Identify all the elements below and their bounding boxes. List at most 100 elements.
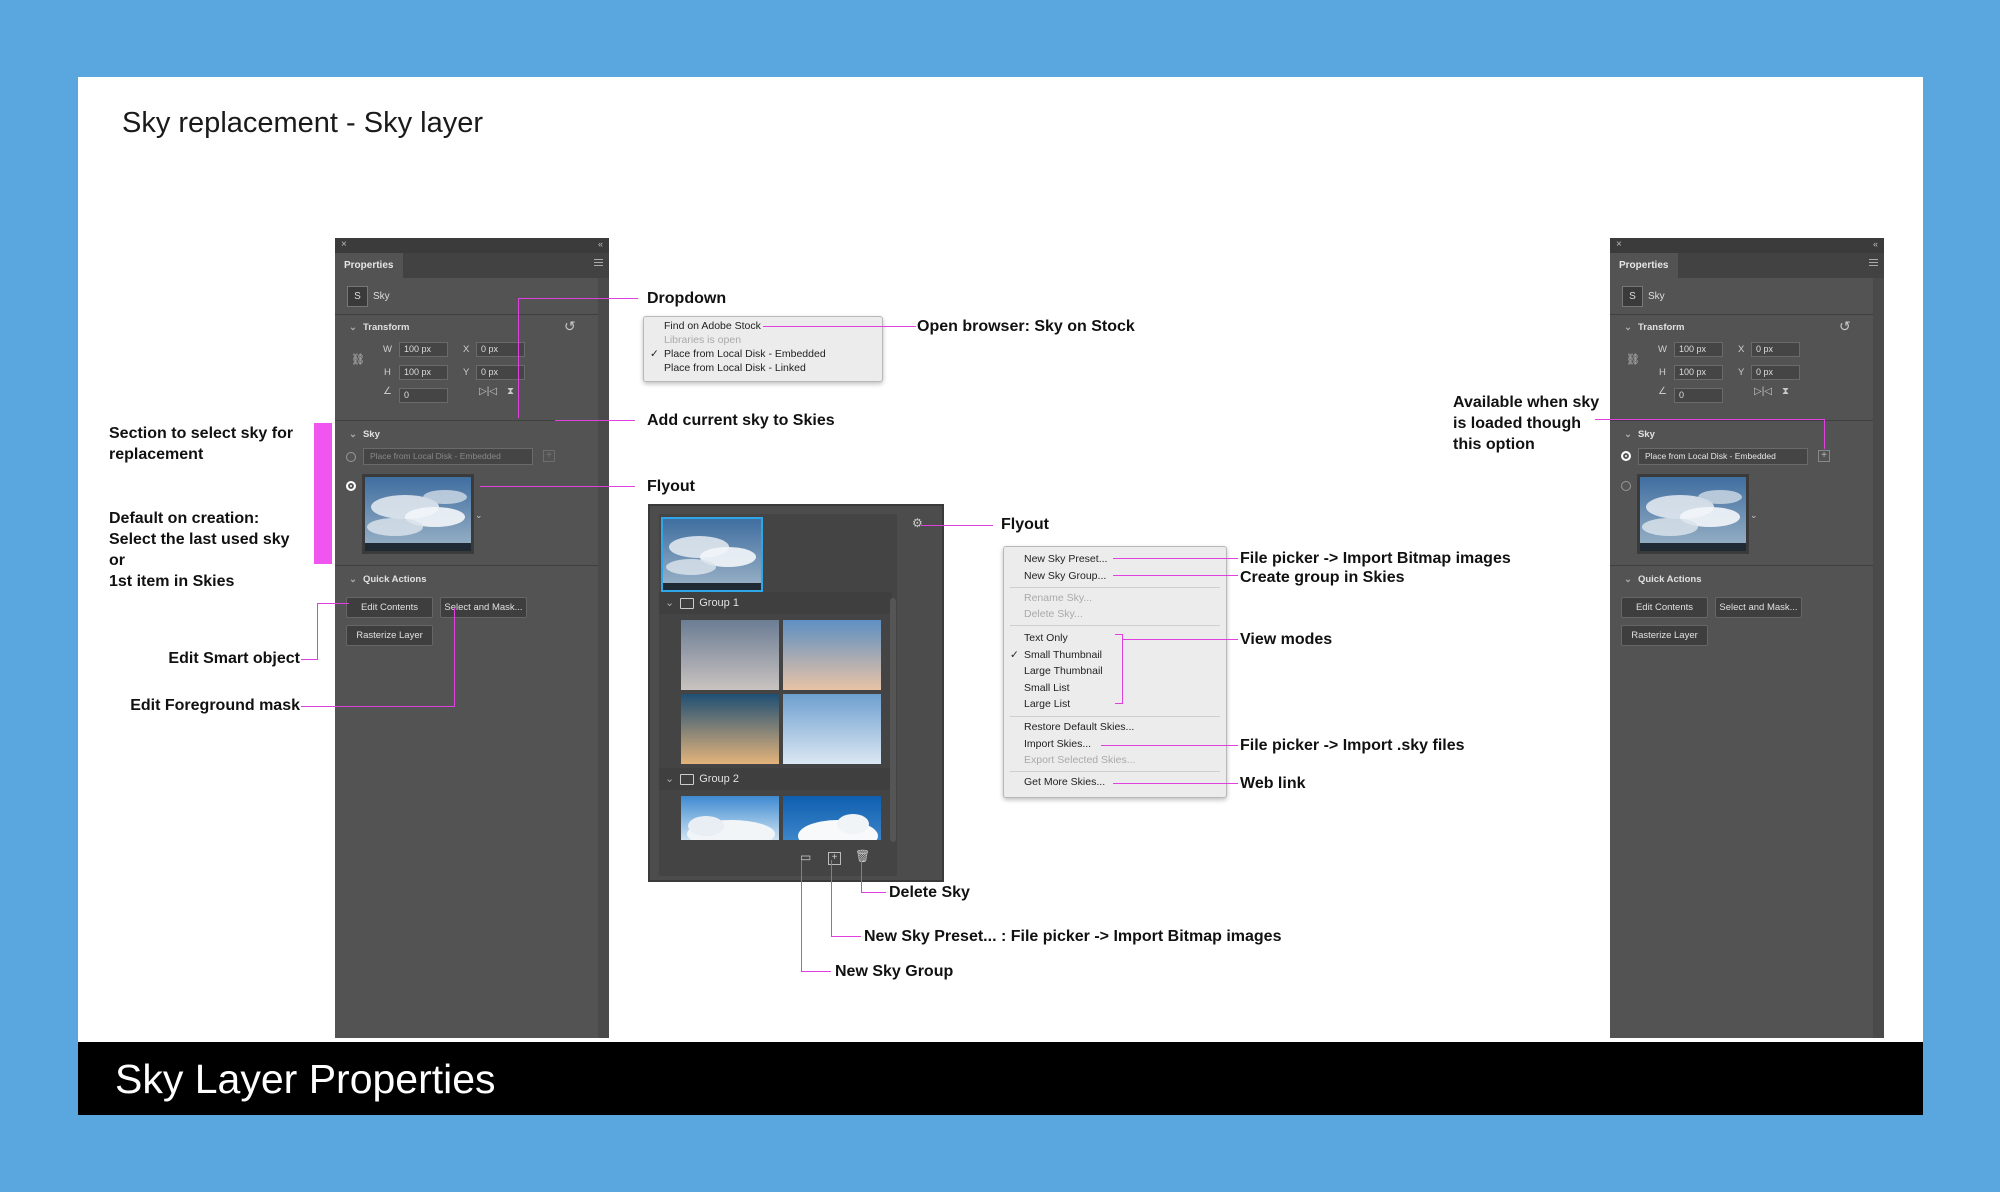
flip-vertical-icon[interactable]: ⧗: [1782, 386, 1789, 397]
annotation-create-group: Create group in Skies: [1240, 569, 1405, 586]
panel-menu-icon[interactable]: [594, 259, 603, 268]
trash-icon[interactable]: 🗑: [855, 849, 870, 863]
connector-line: [555, 420, 635, 421]
angle-field[interactable]: 0: [1674, 388, 1723, 403]
sky-preset[interactable]: [783, 620, 881, 690]
connector-line: [861, 892, 886, 893]
menu-separator: [1010, 625, 1220, 626]
close-icon[interactable]: ×: [341, 239, 347, 250]
height-field[interactable]: 100 px: [1674, 365, 1723, 380]
rasterize-layer-button[interactable]: Rasterize Layer: [1621, 625, 1708, 646]
connector-line: [317, 603, 349, 604]
tab-properties[interactable]: Properties: [335, 253, 403, 278]
menu-item-libraries-is-open: Libraries is open: [664, 334, 742, 346]
scrollbar[interactable]: [1873, 278, 1884, 1038]
link-icon[interactable]: ⛓: [351, 353, 365, 366]
flip-horizontal-icon[interactable]: ▷|◁: [479, 386, 497, 397]
layer-type-badge: S: [1622, 286, 1643, 307]
sky-source-radio[interactable]: [346, 452, 356, 462]
tab-properties[interactable]: Properties: [1610, 253, 1678, 278]
angle-icon: ∠: [1658, 386, 1667, 397]
menu-item-place-linked[interactable]: Place from Local Disk - Linked: [644, 362, 882, 375]
menu-item-restore-default-skies[interactable]: Restore Default Skies...: [1004, 721, 1226, 734]
annotation-dropdown: Dropdown: [647, 290, 727, 307]
height-field[interactable]: 100 px: [399, 365, 448, 380]
close-icon[interactable]: ×: [1616, 239, 1622, 250]
edit-contents-button[interactable]: Edit Contents: [346, 597, 433, 618]
menu-item-large-thumbnail[interactable]: Large Thumbnail: [1004, 665, 1226, 678]
y-field[interactable]: 0 px: [1751, 365, 1800, 380]
chevron-down-icon[interactable]: ⌄: [1750, 510, 1758, 521]
sky-preset[interactable]: [681, 796, 779, 840]
connector-line: [301, 659, 318, 660]
collapse-icon[interactable]: «: [598, 239, 603, 249]
select-and-mask-button[interactable]: Select and Mask...: [1715, 597, 1802, 618]
sky-group-1[interactable]: ⌄ Group 1: [659, 592, 892, 614]
section-sky[interactable]: ⌄ Sky: [1624, 429, 1655, 440]
sky-thumbnail-radio[interactable]: [346, 481, 356, 491]
width-field[interactable]: 100 px: [399, 342, 448, 357]
flip-vertical-icon[interactable]: ⧗: [507, 386, 514, 397]
add-sky-icon[interactable]: +: [543, 450, 555, 462]
annotation-file-picker-bitmap: File picker -> Import Bitmap images: [1240, 550, 1511, 567]
transform-label: Transform: [1637, 322, 1685, 333]
connector-line: [1113, 575, 1238, 576]
divider: [335, 565, 598, 566]
chevron-down-icon[interactable]: ⌄: [475, 510, 483, 521]
flip-horizontal-icon[interactable]: ▷|◁: [1754, 386, 1772, 397]
sky-preset-selected[interactable]: [661, 517, 763, 592]
menu-item-small-thumbnail[interactable]: ✓ Small Thumbnail: [1004, 649, 1226, 662]
chevron-down-icon: ⌄: [1624, 322, 1632, 333]
connector-line: [1115, 703, 1123, 704]
properties-panel-left: × « Properties S Sky ⌄ Transform ↺ ⛓ W 10…: [335, 238, 609, 1038]
add-sky-icon[interactable]: +: [1818, 450, 1830, 462]
sky-thumbnail-picker[interactable]: [1637, 474, 1749, 554]
menu-item-place-embedded[interactable]: ✓ Place from Local Disk - Embedded: [644, 348, 882, 361]
x-field[interactable]: 0 px: [1751, 342, 1800, 357]
angle-field[interactable]: 0: [399, 388, 448, 403]
flyout-scrollbar[interactable]: [890, 598, 896, 842]
menu-separator: [1010, 771, 1220, 772]
sky-preset[interactable]: [681, 694, 779, 764]
section-transform[interactable]: ⌄ Transform: [1624, 322, 1684, 333]
new-sky-preset-icon[interactable]: +: [828, 852, 841, 865]
collapse-icon[interactable]: «: [1873, 239, 1878, 249]
link-icon[interactable]: ⛓: [1626, 353, 1640, 366]
connector-line: [921, 525, 993, 526]
sky-source-dropdown[interactable]: Place from Local Disk - Embedded: [1638, 448, 1808, 465]
angle-icon: ∠: [383, 386, 392, 397]
section-quick-actions[interactable]: ⌄ Quick Actions: [349, 574, 427, 585]
connector-line: [480, 486, 635, 487]
sky-source-dropdown[interactable]: Place from Local Disk - Embedded: [363, 448, 533, 465]
sky-group-2[interactable]: ⌄ Group 2: [659, 768, 892, 790]
rasterize-layer-button[interactable]: Rasterize Layer: [346, 625, 433, 646]
sky-preset[interactable]: [783, 796, 881, 840]
gear-icon[interactable]: ⚙: [912, 516, 923, 530]
width-field[interactable]: 100 px: [1674, 342, 1723, 357]
section-sky[interactable]: ⌄ Sky: [349, 429, 380, 440]
transform-label: Transform: [362, 322, 410, 333]
sky-thumbnail-picker[interactable]: [362, 474, 474, 554]
sky-source-radio[interactable]: [1621, 451, 1631, 461]
menu-item-large-list[interactable]: Large List: [1004, 698, 1226, 711]
chevron-down-icon: ⌄: [665, 773, 675, 785]
menu-item-small-list[interactable]: Small List: [1004, 682, 1226, 695]
reset-icon[interactable]: ↺: [1839, 318, 1851, 335]
annotation-available-when-sky: Available when sky is loaded though this o…: [1453, 394, 1600, 453]
sky-thumbnail-radio[interactable]: [1621, 481, 1631, 491]
scrollbar[interactable]: [598, 278, 609, 1038]
reset-icon[interactable]: ↺: [564, 318, 576, 335]
sky-preset[interactable]: [783, 694, 881, 764]
menu-item-new-sky-group[interactable]: New Sky Group...: [1004, 570, 1226, 583]
section-quick-actions[interactable]: ⌄ Quick Actions: [1624, 574, 1702, 585]
menu-item-delete-sky: Delete Sky...: [1024, 608, 1083, 620]
menu-item-rename-sky: Rename Sky...: [1024, 592, 1093, 604]
panel-menu-icon[interactable]: [1869, 259, 1878, 268]
annotation-section-select: Section to select sky for replacement: [109, 425, 294, 463]
connector-line: [1122, 639, 1238, 640]
menu-item-new-sky-preset[interactable]: New Sky Preset...: [1004, 553, 1226, 566]
sky-preset[interactable]: [681, 620, 779, 690]
section-transform[interactable]: ⌄ Transform: [349, 322, 409, 333]
layer-name: Sky: [1648, 291, 1665, 302]
edit-contents-button[interactable]: Edit Contents: [1621, 597, 1708, 618]
